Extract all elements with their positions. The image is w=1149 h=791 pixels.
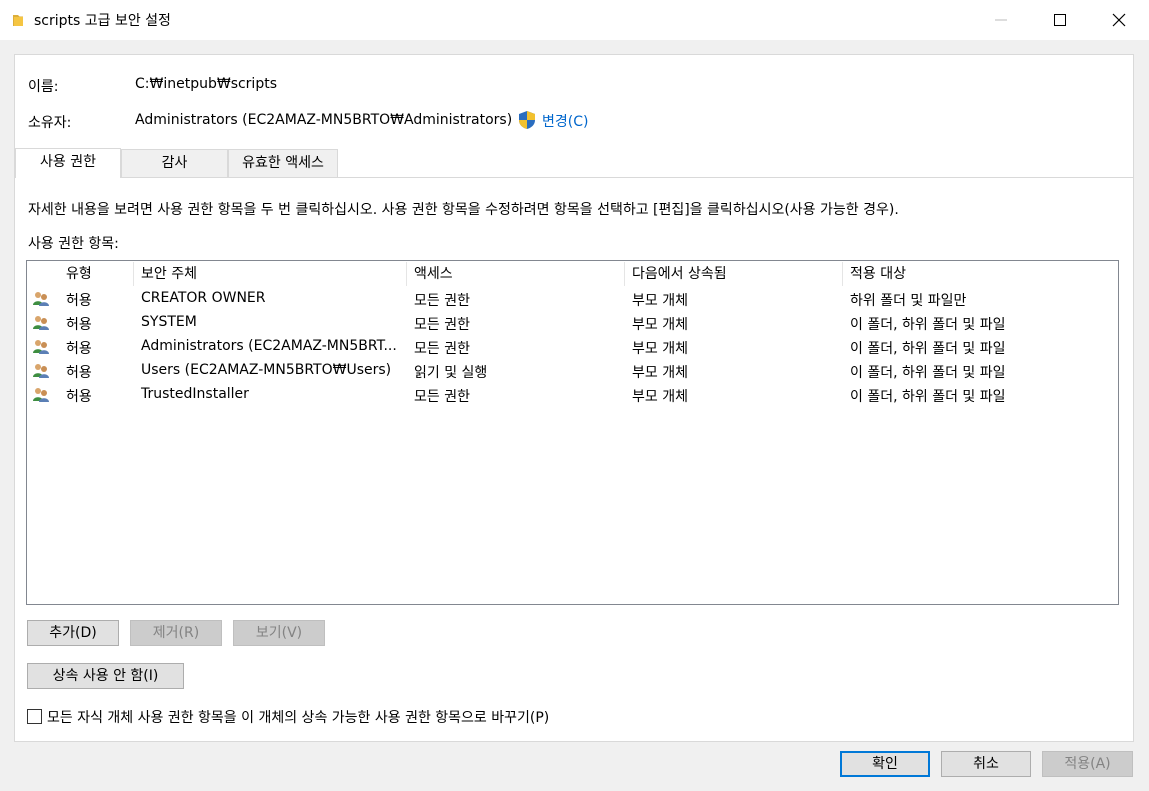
tab-divider xyxy=(14,177,1134,178)
entries-label: 사용 권한 항목: xyxy=(28,236,119,252)
view-button[interactable]: 보기(V) xyxy=(233,620,325,646)
row-principal: Users (EC2AMAZ-MN5BRTO₩Users) xyxy=(141,362,392,378)
row-principal: CREATOR OWNER xyxy=(141,290,266,306)
row-access: 모든 권한 xyxy=(414,389,470,405)
column-header-principal[interactable]: 보안 주체 xyxy=(141,263,197,283)
row-applies-to: 이 폴더, 하위 폴더 및 파일 xyxy=(850,317,1006,333)
row-type: 허용 xyxy=(66,317,92,333)
row-principal: Administrators (EC2AMAZ-MN5BRT... xyxy=(141,338,397,354)
row-access: 모든 권한 xyxy=(414,341,470,357)
uac-shield-icon xyxy=(519,111,535,129)
replace-permissions-label[interactable]: 모든 자식 개체 사용 권한 항목을 이 개체의 상속 가능한 사용 권한 항목… xyxy=(47,707,549,727)
users-icon xyxy=(33,292,49,306)
maximize-icon xyxy=(1054,14,1066,26)
maximize-button[interactable] xyxy=(1031,0,1089,40)
column-divider[interactable] xyxy=(842,262,843,286)
minimize-button[interactable] xyxy=(972,0,1030,40)
row-access: 읽기 및 실행 xyxy=(414,365,488,381)
users-icon xyxy=(33,388,49,402)
tab-effective-access[interactable]: 유효한 액세스 xyxy=(228,149,338,177)
row-applies-to: 하위 폴더 및 파일만 xyxy=(850,293,967,309)
cancel-button[interactable]: 취소 xyxy=(941,751,1031,777)
remove-button[interactable]: 제거(R) xyxy=(130,620,222,646)
tab-permissions[interactable]: 사용 권한 xyxy=(15,148,121,178)
name-label: 이름: xyxy=(28,79,59,95)
column-divider[interactable] xyxy=(624,262,625,286)
ok-button[interactable]: 확인 xyxy=(840,751,930,777)
tab-auditing[interactable]: 감사 xyxy=(121,149,228,177)
row-principal: SYSTEM xyxy=(141,314,197,330)
column-header-inherited-from[interactable]: 다음에서 상속됨 xyxy=(632,263,727,283)
row-type: 허용 xyxy=(66,293,92,309)
users-icon xyxy=(33,340,49,354)
disable-inheritance-button[interactable]: 상속 사용 안 함(I) xyxy=(27,663,184,689)
minimize-icon xyxy=(995,19,1007,21)
row-principal: TrustedInstaller xyxy=(141,386,249,402)
users-icon xyxy=(33,316,49,330)
row-applies-to: 이 폴더, 하위 폴더 및 파일 xyxy=(850,341,1006,357)
change-owner-link[interactable]: 변경(C) xyxy=(542,111,588,131)
users-icon xyxy=(33,364,49,378)
row-inherited-from: 부모 개체 xyxy=(632,317,688,333)
row-applies-to: 이 폴더, 하위 폴더 및 파일 xyxy=(850,365,1006,381)
column-header-type[interactable]: 유형 xyxy=(66,263,92,283)
row-inherited-from: 부모 개체 xyxy=(632,365,688,381)
owner-label: 소유자: xyxy=(28,115,72,131)
row-applies-to: 이 폴더, 하위 폴더 및 파일 xyxy=(850,389,1006,405)
owner-value: Administrators (EC2AMAZ-MN5BRTO₩Administ… xyxy=(135,112,513,128)
column-header-applies-to[interactable]: 적용 대상 xyxy=(850,263,906,283)
permission-entries-list[interactable] xyxy=(26,260,1119,605)
replace-permissions-checkbox[interactable] xyxy=(27,709,42,724)
row-type: 허용 xyxy=(66,341,92,357)
name-value: C:₩inetpub₩scripts xyxy=(135,76,277,92)
column-header-access[interactable]: 액세스 xyxy=(414,263,453,283)
add-button[interactable]: 추가(D) xyxy=(27,620,119,646)
apply-button[interactable]: 적용(A) xyxy=(1042,751,1133,777)
row-access: 모든 권한 xyxy=(414,317,470,333)
title-bar: scripts 고급 보안 설정 xyxy=(0,0,1149,40)
column-divider[interactable] xyxy=(406,262,407,286)
close-icon xyxy=(1112,13,1126,27)
instructions-text: 자세한 내용을 보려면 사용 권한 항목을 두 번 클릭하십시오. 사용 권한 … xyxy=(28,202,899,218)
row-inherited-from: 부모 개체 xyxy=(632,293,688,309)
row-inherited-from: 부모 개체 xyxy=(632,389,688,405)
row-inherited-from: 부모 개체 xyxy=(632,341,688,357)
row-access: 모든 권한 xyxy=(414,293,470,309)
row-type: 허용 xyxy=(66,365,92,381)
close-button[interactable] xyxy=(1090,0,1148,40)
window-title: scripts 고급 보안 설정 xyxy=(34,13,171,29)
folder-icon xyxy=(13,15,23,26)
row-type: 허용 xyxy=(66,389,92,405)
column-divider[interactable] xyxy=(133,262,134,286)
